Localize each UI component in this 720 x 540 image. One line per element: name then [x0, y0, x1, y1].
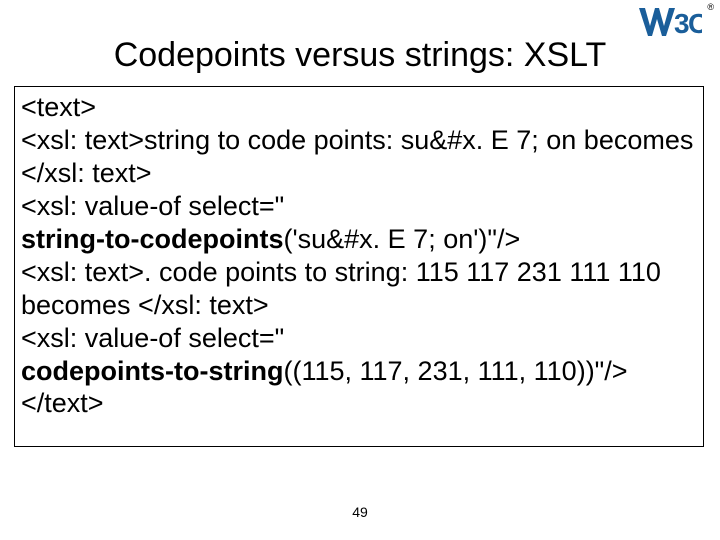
code-line: string-to-codepoints('su&#x. E 7; on')"/… [21, 223, 697, 256]
code-line: <xsl: text>string to code points: su&#x.… [21, 124, 697, 190]
code-line: <xsl: value-of select=" [21, 322, 697, 355]
slide-title: Codepoints versus strings: XSLT [0, 36, 720, 75]
registered-mark: ® [707, 2, 714, 12]
code-box: <text> <xsl: text>string to code points:… [14, 86, 704, 447]
code-fragment: ((115, 117, 231, 111, 110))"/> [283, 356, 627, 386]
code-fragment: ('su&#x. E 7; on')"/> [283, 224, 520, 254]
code-line: <text> [21, 91, 697, 124]
w3c-logo-svg: 3 C [638, 6, 702, 40]
page-number: 49 [0, 504, 720, 520]
function-name: codepoints-to-string [21, 356, 283, 386]
code-line: <xsl: text>. code points to string: 115 … [21, 256, 697, 322]
w3c-logo: 3 C [638, 6, 702, 40]
code-line: <xsl: value-of select=" [21, 190, 697, 223]
slide: 3 C ® Codepoints versus strings: XSLT <t… [0, 0, 720, 540]
code-line: </text> [21, 387, 697, 420]
function-name: string-to-codepoints [21, 224, 283, 254]
code-line: codepoints-to-string((115, 117, 231, 111… [21, 355, 697, 388]
svg-text:C: C [688, 8, 702, 39]
